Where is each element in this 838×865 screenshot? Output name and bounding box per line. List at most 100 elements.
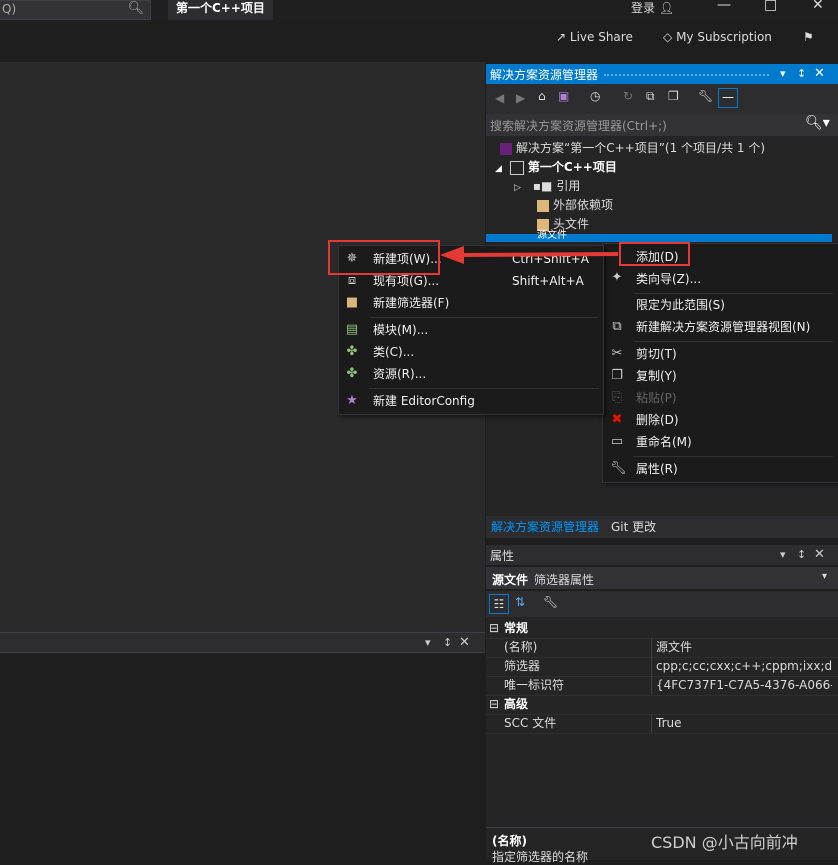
chevron-down-icon[interactable]: ▾ xyxy=(822,571,827,582)
cut-icon: ✂ xyxy=(611,346,623,361)
pin-icon[interactable]: ↕ xyxy=(443,636,452,649)
login-button[interactable]: 登录 👤︎ xyxy=(631,0,674,16)
live-share-label: Live Share xyxy=(569,30,633,44)
tree-label: 外部依赖项 xyxy=(553,198,614,212)
category-advanced[interactable]: ⊟ 高级 xyxy=(486,695,838,715)
property-row[interactable]: (名称) 源文件 xyxy=(486,638,838,658)
module-icon: ▤ xyxy=(345,322,359,337)
menu-item-new-filter[interactable]: 新建筛选器(F) xyxy=(373,292,449,314)
home-icon[interactable]: ⌂ xyxy=(538,89,546,103)
references-icon: ▪■ xyxy=(532,179,553,193)
history-icon[interactable]: ◷ xyxy=(590,89,600,103)
menu-item-copy[interactable]: 复制(Y) xyxy=(636,365,677,387)
property-row[interactable]: 筛选器 cpp;c;cc;cxx;c++;cppm;ixx;def; xyxy=(486,657,838,677)
close-panel-icon[interactable]: ✕ xyxy=(814,66,825,81)
categorized-icon[interactable]: ☷ xyxy=(489,594,509,614)
property-row[interactable]: SCC 文件 True xyxy=(486,714,838,734)
close-panel-icon[interactable]: ✕ xyxy=(814,547,825,562)
category-label: 高级 xyxy=(504,697,529,711)
property-value[interactable]: {4FC737F1-C7A5-4376-A066-2 xyxy=(656,676,832,695)
dropdown-icon[interactable]: ▾ xyxy=(780,67,786,80)
solution-explorer-search[interactable]: 搜索解决方案资源管理器(Ctrl+;) 🔍︎▾ xyxy=(486,114,838,137)
collapsed-arrow-icon[interactable]: ▷ xyxy=(514,183,521,193)
tree-item-project[interactable]: ◢ 第一个C++项目 xyxy=(495,158,617,177)
menu-item-delete[interactable]: 删除(D) xyxy=(636,409,679,431)
solution-icon xyxy=(500,142,512,155)
show-all-files-icon[interactable]: ❐ xyxy=(668,89,679,103)
category-general[interactable]: ⊟ 常规 xyxy=(486,619,838,639)
tab-solution-explorer[interactable]: 解决方案资源管理器 xyxy=(491,518,599,535)
forward-icon[interactable]: ▶ xyxy=(516,91,525,105)
close-icon[interactable]: ✕ xyxy=(812,0,824,13)
property-name: (名称) xyxy=(504,640,538,654)
collapse-icon[interactable]: ⊟ xyxy=(489,695,499,714)
menu-item-class-wizard[interactable]: 类向导(Z)... xyxy=(636,268,701,290)
property-pages-icon[interactable]: 🔧︎ xyxy=(543,595,558,609)
property-value[interactable]: cpp;c;cc;cxx;c++;cppm;ixx;def; xyxy=(656,657,832,676)
object-name: 源文件 xyxy=(492,573,529,587)
collapse-all-icon[interactable]: ⧉ xyxy=(646,89,655,104)
sync-icon[interactable]: ↻ xyxy=(623,89,633,103)
tree-label: 源文件 xyxy=(537,230,567,241)
menu-item-editorconfig[interactable]: 新建 EditorConfig xyxy=(373,390,475,412)
search-icon[interactable]: 🔍︎▾ xyxy=(805,115,830,131)
diamond-icon: ◇ xyxy=(663,30,673,44)
collapse-icon[interactable]: ⊟ xyxy=(489,619,499,638)
menu-separator xyxy=(369,317,599,318)
minimize-icon[interactable]: — xyxy=(717,0,731,13)
property-row[interactable]: 唯一标识符 {4FC737F1-C7A5-4376-A066-2 xyxy=(486,676,838,696)
menu-item-resource[interactable]: 资源(R)... xyxy=(373,363,426,385)
properties-title-text: 属性 xyxy=(490,549,515,563)
properties-wrench-icon[interactable]: 🔧︎ xyxy=(698,89,713,103)
menu-item-scope[interactable]: 限定为此范围(S) xyxy=(636,294,725,316)
maximize-icon[interactable]: □ xyxy=(764,0,777,13)
pin-icon[interactable]: ↕ xyxy=(797,67,806,80)
close-panel-icon[interactable]: ✕ xyxy=(459,635,470,650)
tab-git-changes[interactable]: Git 更改 xyxy=(611,518,656,535)
tree-item-sources-selected[interactable]: 源文件 xyxy=(486,230,832,242)
feedback-icon[interactable]: ⚑ xyxy=(803,30,814,44)
menu-separator xyxy=(369,388,599,389)
delete-icon: ✖ xyxy=(611,412,623,427)
properties-object-selector[interactable]: 源文件 筛选器属性 ▾ xyxy=(486,567,838,589)
menu-item-rename[interactable]: 重命名(M) xyxy=(636,431,692,453)
expanded-arrow-icon[interactable]: ◢ xyxy=(495,164,502,174)
menu-item-cut[interactable]: 剪切(T) xyxy=(636,343,677,365)
menu-item-new-view[interactable]: 新建解决方案资源管理器视图(N) xyxy=(636,316,810,338)
user-icon: 👤︎ xyxy=(658,1,675,15)
tree-label: 第一个C++项目 xyxy=(527,160,617,174)
filter-folder-icon xyxy=(537,218,549,231)
search-placeholder: 搜索解决方案资源管理器(Ctrl+;) xyxy=(490,119,667,133)
dropdown-icon[interactable]: ▾ xyxy=(425,636,431,649)
search-icon[interactable]: 🔍︎ xyxy=(127,1,144,16)
watermark: CSDN @小古向前冲 xyxy=(651,833,798,852)
solution-explorer-title: 解决方案资源管理器 ▾ ↕ ✕ xyxy=(486,64,838,84)
pin-icon[interactable]: ↕ xyxy=(797,548,806,561)
tree-item-external-deps[interactable]: 外部依赖项 xyxy=(537,196,613,215)
properties-toolbar: ☷ ⇅ 🔧︎ xyxy=(486,591,838,617)
tree-item-solution[interactable]: 解决方案“第一个C++项目”(1 个项目/共 1 个) xyxy=(500,139,765,158)
context-menu: 添加(D) ✦ 类向导(Z)... 限定为此范围(S) ⧉ 新建解决方案资源管理… xyxy=(602,243,838,483)
tree-item-references[interactable]: ▷ ▪■ 引用 xyxy=(514,177,580,196)
cpp-project-icon xyxy=(509,160,524,175)
paste-icon: ⎘ xyxy=(611,390,623,405)
switch-views-icon[interactable]: ▣ xyxy=(558,89,569,103)
alphabetical-icon[interactable]: ⇅ xyxy=(515,595,525,609)
tree-label: 解决方案“第一个C++项目”(1 个项目/共 1 个) xyxy=(516,141,766,155)
tree-label: 头文件 xyxy=(553,217,590,231)
back-icon[interactable]: ◀ xyxy=(495,91,504,105)
category-label: 常规 xyxy=(504,621,529,635)
menu-item-class[interactable]: 类(C)... xyxy=(373,341,414,363)
dropdown-icon[interactable]: ▾ xyxy=(780,548,786,561)
property-value[interactable]: True xyxy=(656,714,832,733)
property-name: 筛选器 xyxy=(504,659,541,673)
login-label: 登录 xyxy=(631,1,656,15)
subscription-button[interactable]: ◇ My Subscription xyxy=(663,30,772,44)
menu-item-module[interactable]: 模块(M)... xyxy=(373,319,428,341)
global-search-box[interactable]: Q) 🔍︎ xyxy=(0,0,151,20)
preview-icon[interactable]: — xyxy=(718,88,738,108)
property-value[interactable]: 源文件 xyxy=(656,638,832,657)
live-share-button[interactable]: ↗ Live Share xyxy=(556,30,633,44)
menu-item-properties[interactable]: 属性(R) xyxy=(636,458,678,480)
menu-separator xyxy=(633,341,833,342)
